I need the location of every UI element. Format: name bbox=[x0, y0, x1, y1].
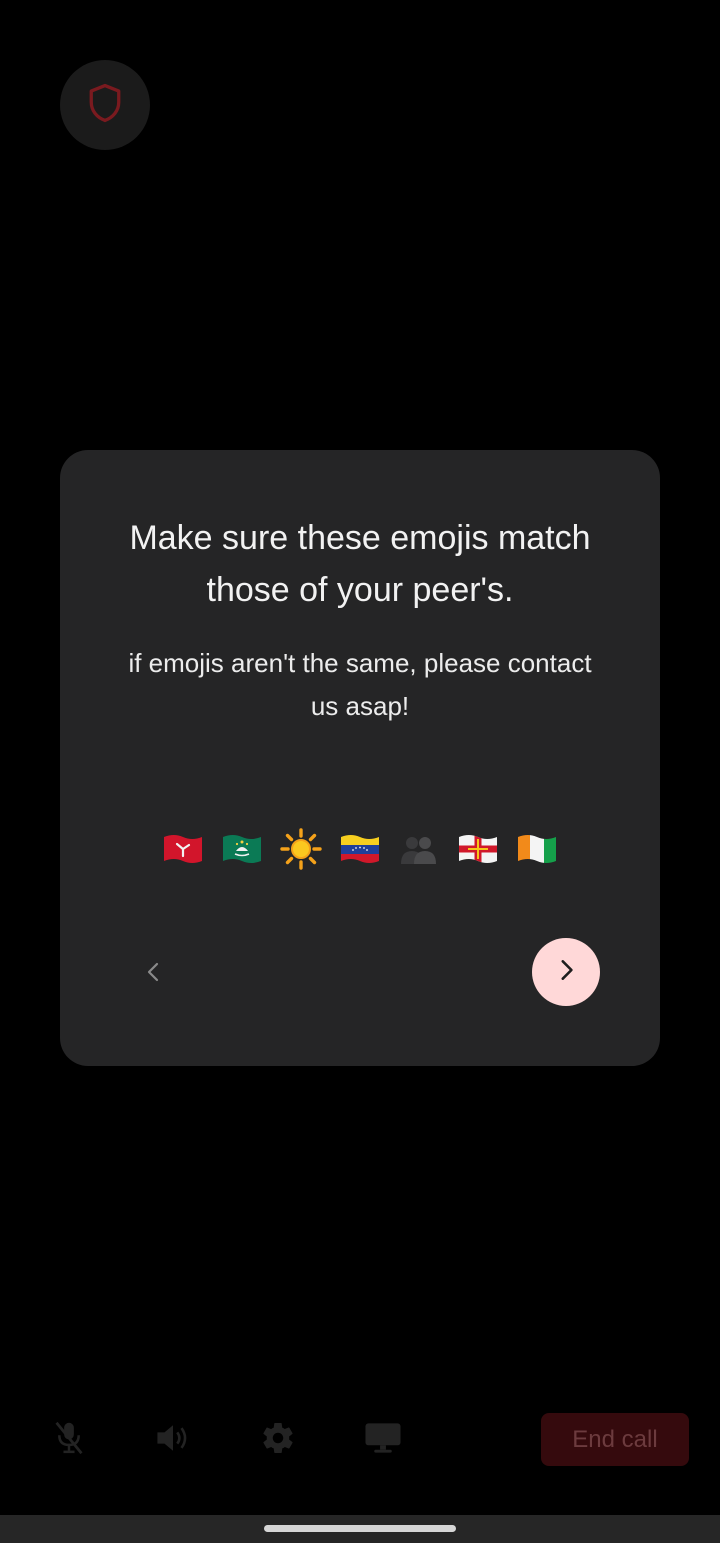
isle-of-man-flag-icon bbox=[162, 828, 204, 870]
gear-icon bbox=[260, 1420, 296, 1461]
dialog-title: Make sure these emojis match those of yo… bbox=[129, 519, 591, 609]
previous-button[interactable] bbox=[134, 954, 174, 994]
venezuela-flag-icon bbox=[339, 828, 381, 870]
next-button[interactable] bbox=[532, 938, 600, 1006]
speaker-icon bbox=[154, 1421, 192, 1460]
settings-button[interactable] bbox=[253, 1418, 303, 1462]
dialog-subtitle: if emojis aren't the same, please contac… bbox=[128, 648, 592, 721]
end-call-button[interactable]: End call bbox=[541, 1413, 689, 1466]
home-gesture-handle[interactable] bbox=[264, 1525, 456, 1532]
ivory-coast-flag-icon bbox=[516, 828, 558, 870]
microphone-off-icon bbox=[52, 1420, 86, 1461]
call-controls-bar: End call bbox=[0, 1400, 720, 1480]
screen-share-button[interactable] bbox=[358, 1418, 408, 1462]
guernsey-flag-icon bbox=[457, 828, 499, 870]
shield-icon bbox=[83, 81, 127, 130]
call-screen: Make sure these emojis match those of yo… bbox=[0, 0, 720, 1543]
monitor-icon bbox=[364, 1421, 402, 1460]
emoji-sequence bbox=[60, 828, 660, 872]
busts-in-silhouette-icon bbox=[398, 828, 440, 870]
emoji-verification-dialog: Make sure these emojis match those of yo… bbox=[60, 450, 660, 1066]
system-navigation-bar bbox=[0, 1515, 720, 1543]
security-shield-button[interactable] bbox=[60, 60, 150, 150]
macao-flag-icon bbox=[221, 828, 263, 870]
sun-icon bbox=[280, 828, 322, 870]
mute-button[interactable] bbox=[44, 1418, 94, 1462]
speaker-button[interactable] bbox=[148, 1418, 198, 1462]
chevron-left-icon bbox=[142, 960, 166, 989]
chevron-right-icon bbox=[553, 957, 579, 988]
